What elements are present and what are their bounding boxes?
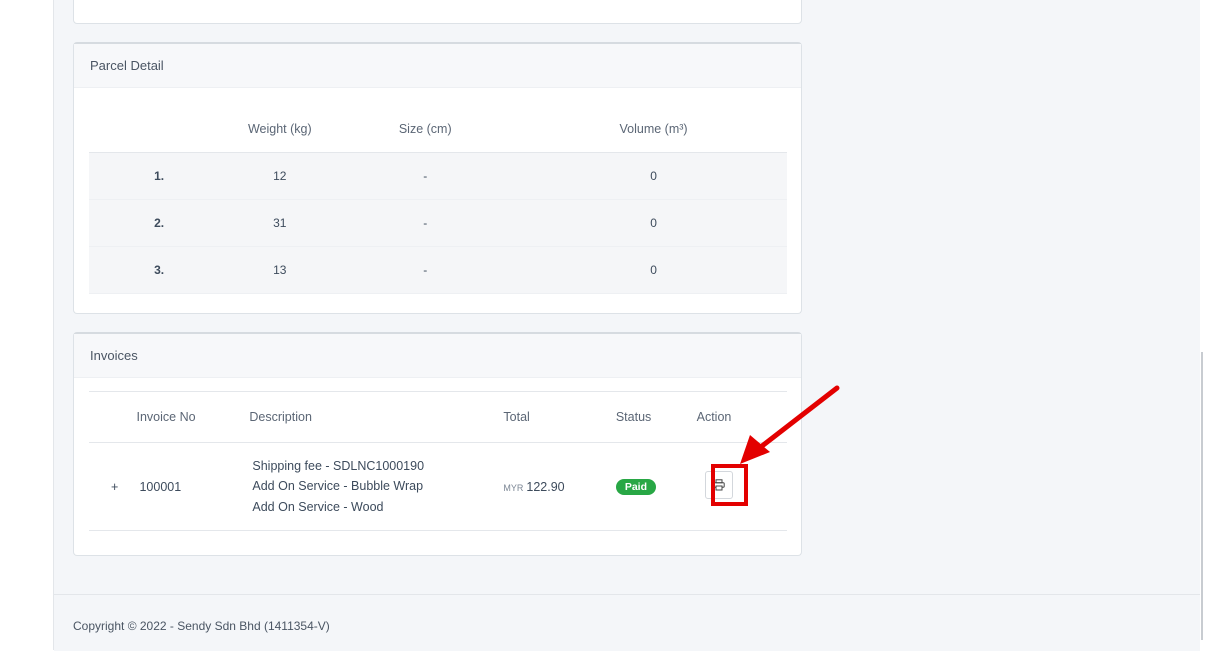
parcel-col-size: Size (cm) — [330, 106, 521, 153]
parcel-size: - — [330, 246, 521, 294]
parcel-volume: 0 — [520, 246, 787, 294]
table-row: 1. 12 - 0 — [89, 152, 787, 200]
description-line: Add On Service - Wood — [252, 499, 384, 514]
invoice-col-description: Description — [248, 391, 503, 443]
status-badge: Paid — [615, 478, 657, 495]
expand-row-button[interactable]: + — [89, 442, 136, 531]
invoice-status-cell: Paid — [614, 442, 696, 531]
invoices-card: Invoices Invoice No Description Total St… — [73, 332, 802, 556]
parcel-col-index — [89, 106, 230, 153]
invoices-title: Invoices — [74, 334, 801, 378]
parcel-detail-card: Parcel Detail Weight (kg) Size (cm) Volu… — [73, 42, 802, 314]
previous-card — [73, 0, 802, 24]
invoice-description: Shipping fee - SDLNC1000190 Add On Servi… — [248, 442, 503, 531]
table-row: 3. 13 - 0 — [89, 246, 787, 294]
parcel-volume: 0 — [520, 152, 787, 200]
sidebar-edge — [53, 0, 54, 650]
currency-code: MYR — [503, 482, 524, 493]
table-row: + 100001 Shipping fee - SDLNC1000190 Add… — [89, 442, 787, 531]
invoice-col-number: Invoice No — [135, 391, 249, 443]
footer: Copyright © 2022 - Sendy Sdn Bhd (141135… — [54, 594, 1200, 651]
parcel-col-volume: Volume (m³) — [520, 106, 787, 153]
invoice-total: MYR 122.90 — [502, 442, 615, 531]
table-row: 2. 31 - 0 — [89, 199, 787, 247]
parcel-weight: 13 — [229, 246, 331, 294]
invoice-table: Invoice No Description Total Status Acti… — [89, 391, 787, 531]
invoice-number: 100001 — [135, 442, 249, 531]
invoice-col-status: Status — [614, 391, 696, 443]
parcel-volume: 0 — [520, 199, 787, 247]
parcel-table: Weight (kg) Size (cm) Volume (m³) 1. 12 … — [89, 106, 787, 294]
parcel-size: - — [330, 199, 521, 247]
parcel-weight: 12 — [229, 152, 331, 200]
description-line: Add On Service - Bubble Wrap — [252, 479, 424, 494]
invoice-table-header: Invoice No Description Total Status Acti… — [89, 391, 787, 443]
copyright-text: Copyright © 2022 - Sendy Sdn Bhd (141135… — [73, 619, 330, 633]
description-line: Shipping fee - SDLNC1000190 — [252, 458, 425, 473]
invoice-col-expand — [89, 391, 136, 443]
parcel-col-weight: Weight (kg) — [229, 106, 331, 153]
invoice-amount: 122.90 — [526, 479, 565, 494]
invoice-col-total: Total — [502, 391, 615, 443]
print-invoice-button[interactable] — [704, 471, 733, 499]
parcel-index: 1. — [89, 152, 230, 200]
parcel-size: - — [330, 152, 521, 200]
parcel-index: 2. — [89, 199, 230, 247]
scrollbar-thumb[interactable] — [1201, 352, 1203, 640]
parcel-table-header: Weight (kg) Size (cm) Volume (m³) — [89, 106, 787, 153]
parcel-detail-title: Parcel Detail — [74, 44, 801, 88]
parcel-weight: 31 — [229, 199, 331, 247]
printer-icon — [712, 479, 725, 491]
invoice-action-cell — [695, 442, 787, 531]
invoice-col-action: Action — [695, 391, 787, 443]
parcel-index: 3. — [89, 246, 230, 294]
